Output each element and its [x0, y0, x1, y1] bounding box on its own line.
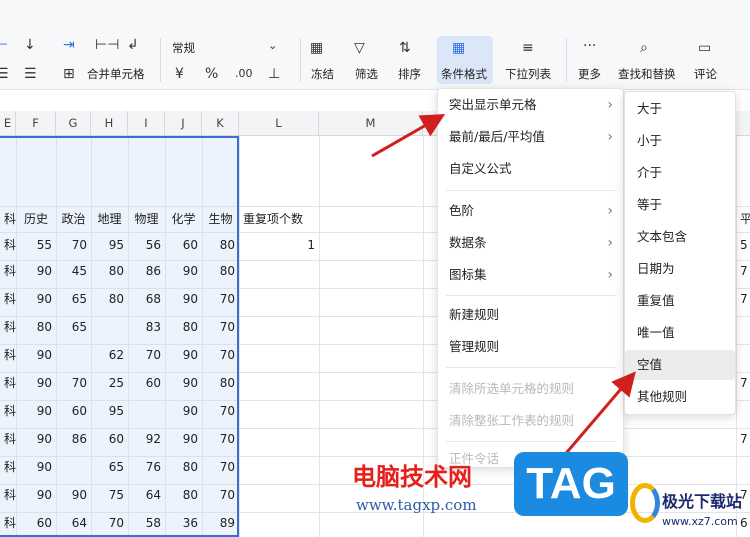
- xz-site-name: 极光下载站: [662, 492, 743, 511]
- arrow-to-highlight-cells: [371, 114, 446, 158]
- tag-logo: TAG: [514, 452, 628, 516]
- watermark-title: 电脑技术网: [352, 463, 472, 491]
- xz-site-url: www.xz7.com: [662, 515, 738, 528]
- arrow-to-blank: [560, 371, 636, 459]
- xz-logo-icon: [630, 483, 660, 523]
- watermark-url: www.tagxp.com: [356, 496, 477, 514]
